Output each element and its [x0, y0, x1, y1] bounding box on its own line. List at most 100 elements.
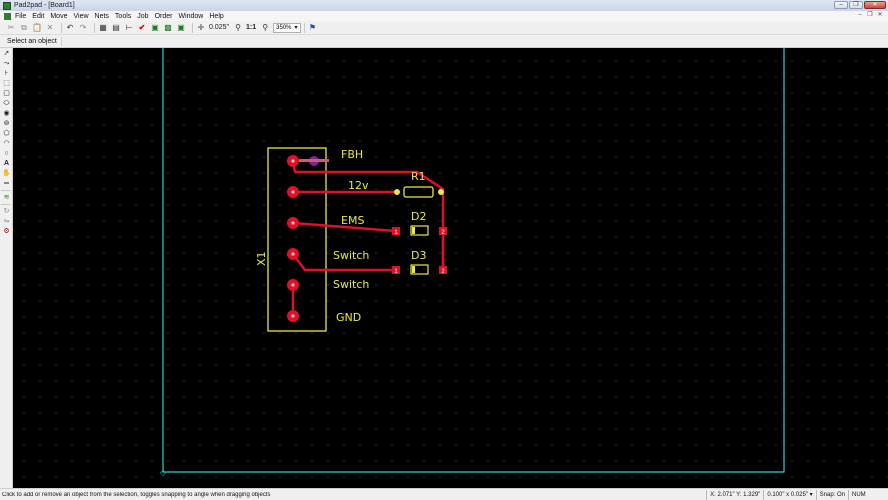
toolbar-separator	[94, 22, 95, 33]
tool-palette: ➚ ⤳ ⊦ ⬚ ▢ ⬭ ◉ ⊚ ⬠ ◠ ○ A ✋ ═ ≋ ↻ ⇋ ⚙	[0, 48, 13, 488]
pcb-drawing: ◇ X1 FBH 12v EMS Switch Switch GND R1 D2…	[160, 48, 785, 477]
r1-pad-2[interactable]	[438, 189, 444, 195]
doc-restore-button[interactable]: ❐	[866, 12, 874, 19]
cursor-coordinates: X: 2.071" Y: 1.329"	[706, 489, 763, 500]
grid-size-select[interactable]: 0.100" x 0.025" ▾	[763, 489, 815, 500]
chevron-down-icon: ▾	[294, 24, 298, 31]
part-label-d2: D2	[411, 210, 426, 223]
ellipse-tool-icon[interactable]: ⬭	[1, 99, 12, 108]
polygon-tool-icon[interactable]: ⬠	[1, 129, 12, 138]
trace-tool-icon[interactable]: ⤳	[1, 59, 12, 68]
diode-d3[interactable]: D3 1 2	[392, 249, 447, 275]
zoom-in-icon[interactable]: ⚲	[260, 23, 270, 33]
menu-tools[interactable]: Tools	[115, 13, 131, 20]
component-icon[interactable]: ▦	[98, 23, 108, 33]
via-tool-icon[interactable]: ⊚	[1, 119, 12, 128]
paste-icon[interactable]: 📋	[32, 23, 42, 33]
properties-tool-icon[interactable]: ⚙	[1, 227, 12, 236]
measure-tool-icon[interactable]: ═	[1, 179, 12, 188]
toolbar-separator	[61, 22, 62, 33]
document-icon[interactable]	[4, 12, 11, 20]
doc-close-button[interactable]: ✕	[876, 12, 884, 19]
menu-bar: File Edit Move View Nets Tools Job Order…	[0, 11, 888, 21]
check-icon[interactable]: ✔	[137, 23, 147, 33]
board-origin-marker: ◇	[160, 468, 167, 477]
menu-nets[interactable]: Nets	[95, 13, 109, 20]
cut-icon[interactable]: ✂	[6, 23, 16, 33]
pin-label-switch-1[interactable]: Switch	[333, 249, 369, 262]
pad-hole	[291, 221, 295, 225]
zoom-1to1-button[interactable]: 1:1	[246, 24, 256, 31]
menu-window[interactable]: Window	[178, 13, 203, 20]
menu-edit[interactable]: Edit	[32, 13, 44, 20]
pin-label-gnd[interactable]: GND	[336, 311, 361, 324]
diode-d2[interactable]: D2 1 2	[392, 210, 447, 236]
connector-x1-outline[interactable]	[267, 147, 327, 332]
pad-hole	[291, 283, 295, 287]
grid-value[interactable]: 0.025"	[209, 24, 229, 31]
rotate-tool-icon[interactable]: ↻	[1, 207, 12, 216]
menu-view[interactable]: View	[73, 13, 88, 20]
component-ref-x1[interactable]: X1	[255, 251, 268, 266]
redo-icon[interactable]: ↷	[78, 23, 88, 33]
toolbar-separator	[192, 22, 193, 33]
select-object-label[interactable]: Select an object	[3, 36, 62, 46]
select-tool-icon[interactable]: ➚	[1, 49, 12, 58]
title-bar: Pad2pad - [Board1] – ❐ ✕	[0, 0, 888, 11]
menu-order[interactable]: Order	[155, 13, 173, 20]
text-tool-icon[interactable]: A	[1, 159, 12, 168]
d3-cathode-band	[412, 266, 415, 273]
pin-label-fbh[interactable]: FBH	[341, 148, 363, 161]
pan-tool-icon[interactable]: ✋	[1, 169, 12, 178]
d2-cathode-band	[412, 227, 415, 234]
r1-pad-1[interactable]	[394, 189, 400, 195]
app-icon	[3, 1, 11, 10]
minimize-button[interactable]: –	[834, 1, 848, 9]
numlock-indicator: NUM	[848, 489, 888, 500]
arc-tool-icon[interactable]: ◠	[1, 139, 12, 148]
close-button[interactable]: ✕	[864, 1, 886, 9]
palette-separator	[1, 190, 11, 191]
flag-icon[interactable]: ⚑	[308, 23, 318, 33]
menu-help[interactable]: Help	[209, 13, 223, 20]
align-icon[interactable]: ▤	[111, 23, 121, 33]
flip-tool-icon[interactable]: ⇋	[1, 217, 12, 226]
fbh-thin-trace	[299, 159, 329, 162]
board-canvas[interactable]: ◇ X1 FBH 12v EMS Switch Switch GND R1 D2…	[13, 48, 888, 488]
menu-file[interactable]: File	[15, 13, 26, 20]
grid-size-value: 0.100" x 0.025"	[767, 491, 808, 498]
pin-labels: FBH 12v EMS Switch Switch GND	[333, 148, 369, 324]
main-toolbar: ✂ ⧉ 📋 ✕ ↶ ↷ ▦ ▤ ⊢ ✔ ▣ ▩ ▣ ✛ 0.025" ⚲ 1:1…	[0, 21, 888, 35]
layers-icon[interactable]: ≋	[1, 193, 12, 202]
status-bar: Click to add or remove an object from th…	[0, 488, 888, 500]
route-tool-icon[interactable]: ⊦	[1, 69, 12, 78]
grid-move-icon[interactable]: ✛	[196, 23, 206, 33]
layer-top-icon[interactable]: ▣	[150, 23, 160, 33]
route-icon[interactable]: ⊢	[124, 23, 134, 33]
rectangle-tool-icon[interactable]: ▢	[1, 89, 12, 98]
hint-bar: Select an object	[0, 35, 888, 48]
pin-label-12v[interactable]: 12v	[348, 179, 369, 192]
delete-icon[interactable]: ✕	[45, 23, 55, 33]
zoom-icon[interactable]: ⚲	[233, 23, 243, 33]
pad-hole	[291, 159, 295, 163]
copy-icon[interactable]: ⧉	[19, 23, 29, 33]
menu-move[interactable]: Move	[50, 13, 67, 20]
pad2pad-window: Pad2pad - [Board1] – ❐ ✕ File Edit Move …	[0, 0, 888, 500]
document-window-controls: – ❐ ✕	[856, 12, 884, 19]
status-message: Click to add or remove an object from th…	[2, 491, 271, 498]
layer-board-icon[interactable]: ▩	[163, 23, 173, 33]
menu-job[interactable]: Job	[137, 13, 148, 20]
pin-label-ems[interactable]: EMS	[341, 214, 364, 227]
undo-icon[interactable]: ↶	[65, 23, 75, 33]
circle-tool-icon[interactable]: ○	[1, 149, 12, 158]
pad-tool-icon[interactable]: ◉	[1, 109, 12, 118]
doc-minimize-button[interactable]: –	[856, 12, 864, 19]
chevron-down-icon: ▾	[809, 491, 813, 498]
zoom-select[interactable]: 350% ▾	[273, 22, 301, 33]
pin-label-switch-2[interactable]: Switch	[333, 278, 369, 291]
layer-bottom-icon[interactable]: ▣	[176, 23, 186, 33]
snap-status[interactable]: Snap: On	[815, 489, 848, 500]
maximize-button[interactable]: ❐	[849, 1, 863, 9]
area-tool-icon[interactable]: ⬚	[1, 79, 12, 88]
